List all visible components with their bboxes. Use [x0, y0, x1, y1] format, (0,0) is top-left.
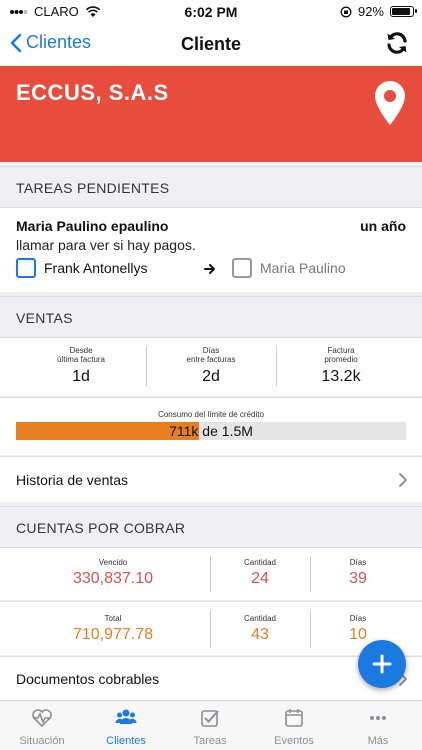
client-banner: ECCUS, S.A.S	[0, 66, 422, 162]
stat-label-desde: Desde última factura	[56, 346, 106, 364]
section-title: TAREAS PENDIENTES	[16, 180, 170, 196]
credit-label: Consumo del límite de crédito	[158, 410, 264, 419]
stat-label-dias: Días entre facturas	[186, 346, 236, 364]
ventas-stats: Desde última factura 1d Días entre factura…	[0, 338, 422, 396]
checklist-icon	[201, 710, 219, 727]
tab-situacion[interactable]: Situación	[0, 701, 84, 750]
page-title: Cliente	[180, 34, 241, 54]
cuentas-row-total[interactable]: Total 710,977.78 Cantidad 43 Días 10	[0, 601, 422, 655]
tab-eventos[interactable]: Eventos	[252, 701, 336, 750]
documentos-cobrables-label: Documentos cobrables	[16, 671, 160, 687]
task-to-name: Maria Paulino	[260, 260, 346, 276]
tab-mas[interactable]: Más	[336, 701, 420, 750]
refresh-icon[interactable]	[384, 30, 410, 56]
cuentas-amount: 330,837.10	[72, 570, 154, 587]
credit-text: 711k de 1.5M	[169, 423, 253, 439]
tab-tareas[interactable]: Tareas	[168, 701, 252, 750]
calendar-icon	[285, 709, 303, 727]
section-header-tareas: TAREAS PENDIENTES	[0, 166, 422, 208]
more-icon	[370, 716, 386, 720]
cuentas-days: 39	[349, 570, 367, 587]
stat-value-dias: 2d	[202, 368, 220, 385]
cuentas-qty-label: Cantidad	[243, 558, 277, 567]
cuentas-days-label: Días	[349, 614, 367, 623]
chevron-right-icon	[399, 473, 407, 487]
cuentas-amount: 710,977.78	[72, 626, 154, 643]
tab-label: Eventos	[274, 735, 314, 747]
section-title: VENTAS	[16, 310, 73, 326]
location-pin-icon[interactable]	[374, 80, 406, 126]
users-icon	[115, 709, 137, 724]
stat-value-factura: 13.2k	[321, 368, 361, 385]
task-title: Maria Paulino epaulino	[16, 218, 169, 234]
heartbeat-icon	[32, 709, 52, 728]
task-description: llamar para ver si hay pagos.	[16, 237, 196, 253]
nav-bar: Clientes Cliente	[0, 24, 422, 66]
task-to-checkbox[interactable]	[232, 258, 252, 278]
task-time: un año	[360, 218, 406, 234]
cuentas-days-label: Días	[349, 558, 367, 567]
task-card[interactable]: Maria Paulino epaulino un año llamar par…	[0, 208, 422, 292]
section-header-ventas: VENTAS	[0, 296, 422, 338]
status-bar: CLARO 6:02 PM 92%	[0, 0, 422, 24]
stat-label-factura: Factura promedio	[324, 346, 358, 364]
historia-ventas-label: Historia de ventas	[16, 472, 129, 488]
plus-icon	[372, 654, 392, 674]
credit-progress-bar: 711k de 1.5M	[16, 422, 406, 440]
tab-clientes[interactable]: Clientes	[84, 701, 168, 750]
battery-percent: 92%	[357, 4, 384, 19]
tab-bar: Situación Clientes Tareas Eventos Más	[0, 700, 422, 750]
tab-label: Más	[367, 735, 389, 747]
arrow-right-icon	[204, 264, 215, 274]
client-name: ECCUS, S.A.S	[16, 80, 169, 105]
cuentas-label: Vencido	[98, 558, 128, 567]
historia-ventas-row[interactable]: Historia de ventas	[0, 456, 422, 502]
orientation-lock-icon	[340, 6, 352, 17]
task-from-name: Frank Antonellys	[44, 260, 148, 276]
cuentas-qty: 43	[251, 626, 269, 643]
stat-value-desde: 1d	[72, 368, 90, 385]
cuentas-row-vencido[interactable]: Vencido 330,837.10 Cantidad 24 Días 39	[0, 548, 422, 600]
cuentas-qty-label: Cantidad	[243, 614, 277, 623]
cuentas-label: Total	[104, 614, 122, 623]
add-button[interactable]	[358, 640, 406, 688]
section-title: CUENTAS POR COBRAR	[16, 520, 186, 536]
tab-label: Clientes	[106, 735, 146, 747]
tab-label: Tareas	[193, 735, 227, 747]
credit-usage: Consumo del límite de crédito 711k de 1.…	[0, 397, 422, 455]
tab-label: Situación	[19, 735, 65, 747]
battery-icon	[390, 6, 417, 17]
section-header-cuentas: CUENTAS POR COBRAR	[0, 506, 422, 548]
cuentas-qty: 24	[251, 570, 269, 587]
task-from-checkbox[interactable]	[16, 258, 36, 278]
